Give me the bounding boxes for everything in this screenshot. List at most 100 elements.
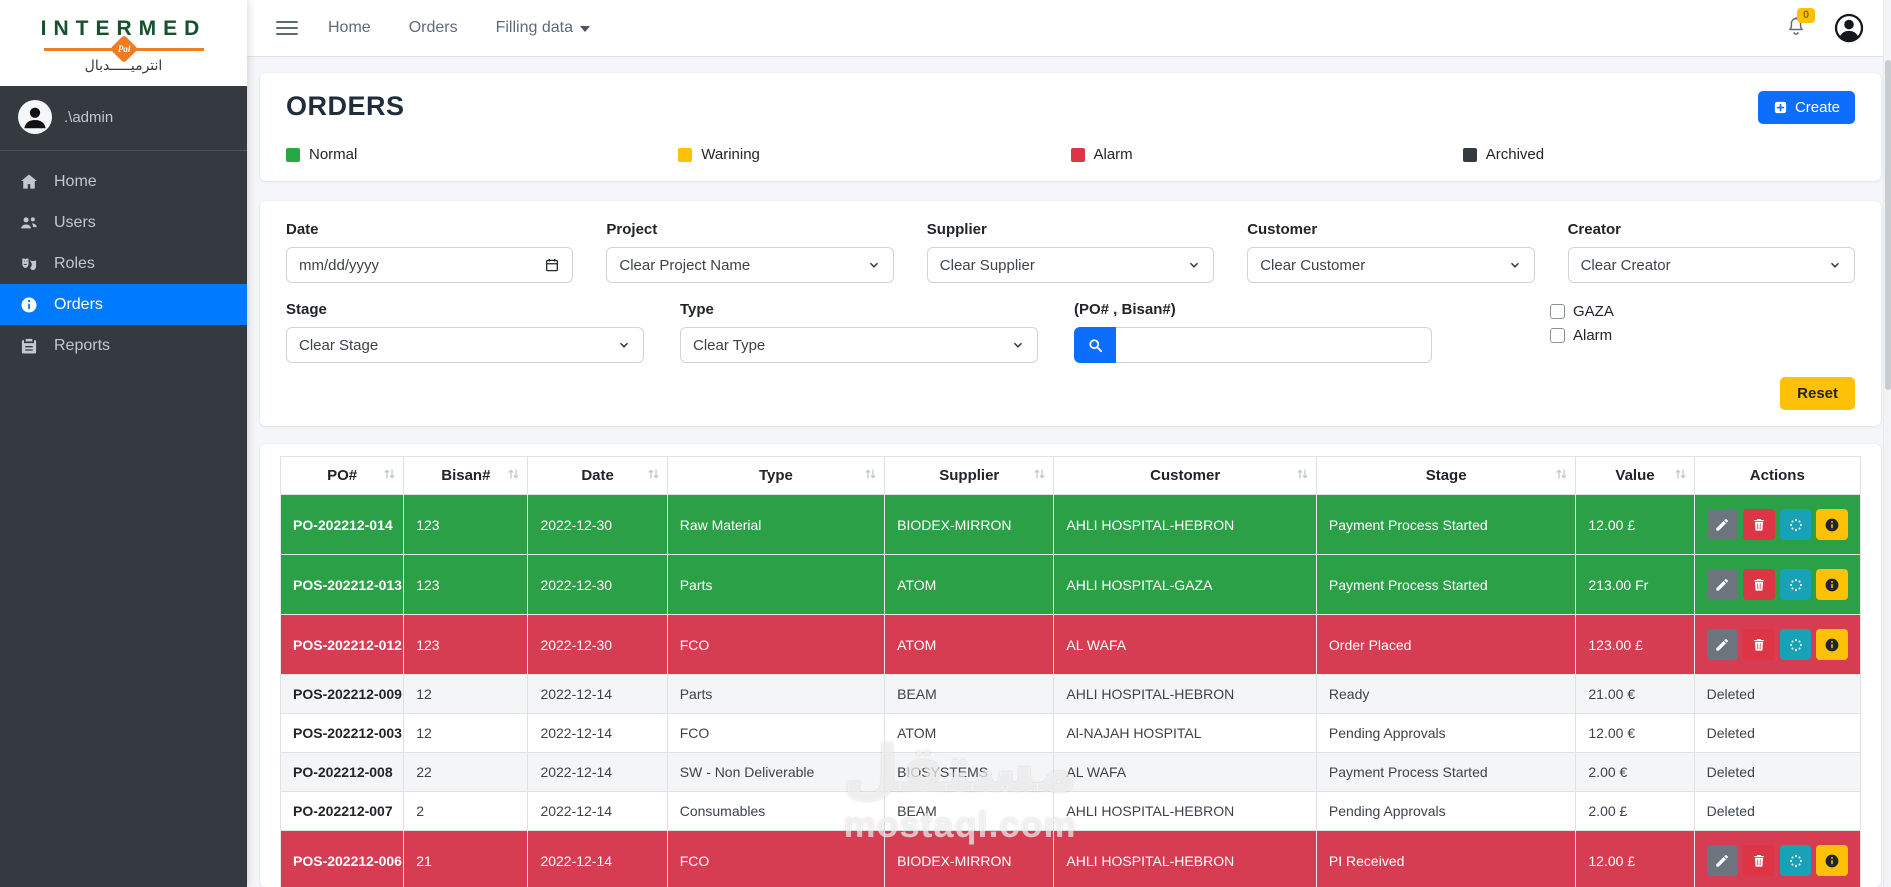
process-button[interactable] xyxy=(1779,569,1812,600)
edit-button[interactable] xyxy=(1706,629,1739,660)
delete-button[interactable] xyxy=(1743,629,1775,660)
sort-icon[interactable] xyxy=(506,466,521,485)
delete-button[interactable] xyxy=(1743,509,1775,540)
sidebar-item-reports[interactable]: Reports xyxy=(0,325,247,366)
type-filter-field: Type Clear Type xyxy=(680,301,1038,363)
column-header-date[interactable]: Date xyxy=(527,456,668,495)
sort-icon[interactable] xyxy=(646,466,661,485)
chevron-down-icon xyxy=(1508,258,1522,272)
cell-type: Parts xyxy=(666,674,886,714)
legend-label: Alarm xyxy=(1093,146,1133,163)
page-scrollbar[interactable] xyxy=(1883,0,1891,887)
sidebar-menu: Home Users Roles Orders Reports xyxy=(0,161,247,366)
edit-button[interactable] xyxy=(1706,569,1739,600)
sidebar-item-label: Users xyxy=(54,213,96,231)
hamburger-menu-icon[interactable] xyxy=(276,21,298,35)
edit-button[interactable] xyxy=(1706,845,1739,876)
notifications-button[interactable]: 0 xyxy=(1785,7,1816,42)
calendar-icon[interactable] xyxy=(544,257,560,273)
page-title: ORDERS xyxy=(286,91,405,121)
stage-filter-select[interactable]: Clear Stage xyxy=(286,327,644,363)
cell-type: FCO xyxy=(666,614,886,675)
info-button[interactable] xyxy=(1816,569,1848,600)
customer-filter-select[interactable]: Clear Customer xyxy=(1247,247,1535,283)
column-header-type[interactable]: Type xyxy=(666,456,886,495)
column-header-customer[interactable]: Customer xyxy=(1053,456,1317,495)
cell-supplier: ATOM xyxy=(884,614,1055,675)
cell-actions xyxy=(1693,830,1862,887)
nav-link-home[interactable]: Home xyxy=(328,19,371,37)
sidebar-item-home[interactable]: Home xyxy=(0,161,247,202)
delete-button[interactable] xyxy=(1743,569,1775,600)
deleted-status-label: Deleted xyxy=(1706,686,1755,702)
cell-value: 12.00 £ xyxy=(1575,830,1695,887)
date-filter-input[interactable]: mm/dd/yyyy xyxy=(286,247,574,283)
info-button[interactable] xyxy=(1816,509,1848,540)
legend-swatch xyxy=(678,147,693,162)
checkbox-box[interactable] xyxy=(1550,304,1565,319)
cell-supplier: BEAM xyxy=(884,674,1055,714)
reset-button[interactable]: Reset xyxy=(1780,377,1855,410)
sort-icon[interactable] xyxy=(1673,466,1688,485)
create-button[interactable]: Create xyxy=(1757,91,1855,124)
column-header-po[interactable]: PO# xyxy=(279,456,405,495)
reports-icon xyxy=(18,335,40,357)
sort-icon[interactable] xyxy=(863,466,878,485)
cell-po: PO-202212-007 xyxy=(279,791,405,831)
info-button[interactable] xyxy=(1816,845,1848,876)
delete-button[interactable] xyxy=(1743,845,1775,876)
sort-icon[interactable] xyxy=(1032,466,1047,485)
sort-icon[interactable] xyxy=(382,466,397,485)
create-button-label: Create xyxy=(1794,99,1840,116)
nav-link-filling-data[interactable]: Filling data xyxy=(496,19,590,37)
process-button[interactable] xyxy=(1779,845,1812,876)
sidebar-item-orders[interactable]: Orders xyxy=(0,284,247,325)
sidebar-item-label: Home xyxy=(54,172,97,190)
legend-label: Archived xyxy=(1485,146,1545,163)
cell-date: 2022-12-14 xyxy=(527,752,668,792)
creator-filter-select[interactable]: Clear Creator xyxy=(1567,247,1855,283)
info-button[interactable] xyxy=(1816,629,1848,660)
customer-filter-label: Customer xyxy=(1247,221,1318,238)
search-button[interactable] xyxy=(1074,327,1116,363)
row-actions xyxy=(1706,629,1848,660)
column-header-supplier[interactable]: Supplier xyxy=(884,456,1055,495)
sort-icon[interactable] xyxy=(1554,466,1569,485)
nav-link-orders[interactable]: Orders xyxy=(409,19,458,37)
checkbox-box[interactable] xyxy=(1550,328,1565,343)
process-button[interactable] xyxy=(1779,629,1812,660)
column-header-stage[interactable]: Stage xyxy=(1315,456,1577,495)
cell-date: 2022-12-14 xyxy=(527,674,668,714)
cell-actions xyxy=(1693,554,1862,615)
project-filter-select[interactable]: Clear Project Name xyxy=(606,247,894,283)
cell-type: Consumables xyxy=(666,791,886,831)
customer-filter-field: Customer Clear Customer xyxy=(1247,221,1535,283)
po-bisan-search-input[interactable] xyxy=(1116,327,1432,363)
process-button[interactable] xyxy=(1779,509,1812,540)
edit-button[interactable] xyxy=(1706,509,1739,540)
alarm-checkbox[interactable]: Alarm xyxy=(1550,327,1855,344)
gaza-checkbox[interactable]: GAZA xyxy=(1550,303,1855,320)
profile-avatar-button[interactable] xyxy=(1833,12,1865,44)
column-header-label: Customer xyxy=(1150,467,1221,484)
info-icon xyxy=(1824,577,1840,593)
scrollbar-thumb[interactable] xyxy=(1885,60,1891,390)
cell-customer: AHLI HOSPITAL-GAZA xyxy=(1053,554,1317,615)
type-filter-select[interactable]: Clear Type xyxy=(680,327,1038,363)
cell-customer: AHLI HOSPITAL-HEBRON xyxy=(1053,830,1317,887)
supplier-filter-select[interactable]: Clear Supplier xyxy=(926,247,1215,283)
sidebar-item-roles[interactable]: Roles xyxy=(0,243,247,284)
cell-date: 2022-12-30 xyxy=(527,494,668,555)
cell-po: PO-202212-014 xyxy=(279,494,405,555)
column-header-bisan[interactable]: Bisan# xyxy=(403,456,529,495)
legend-label: Warining xyxy=(701,146,760,163)
sort-icon[interactable] xyxy=(1295,466,1310,485)
brand-logo[interactable]: INTERMED Pal انترميـــــدبال xyxy=(0,0,247,86)
column-header-value[interactable]: Value xyxy=(1575,456,1695,495)
user-panel[interactable]: .\admin xyxy=(0,86,247,151)
legend-label: Normal xyxy=(309,146,358,163)
cell-stage: Order Placed xyxy=(1315,614,1577,675)
sidebar-item-users[interactable]: Users xyxy=(0,202,247,243)
orders-page: INTERMED Pal انترميـــــدبال .\admin Hom… xyxy=(0,0,1891,887)
cell-po: POS-202212-009 xyxy=(279,674,405,714)
